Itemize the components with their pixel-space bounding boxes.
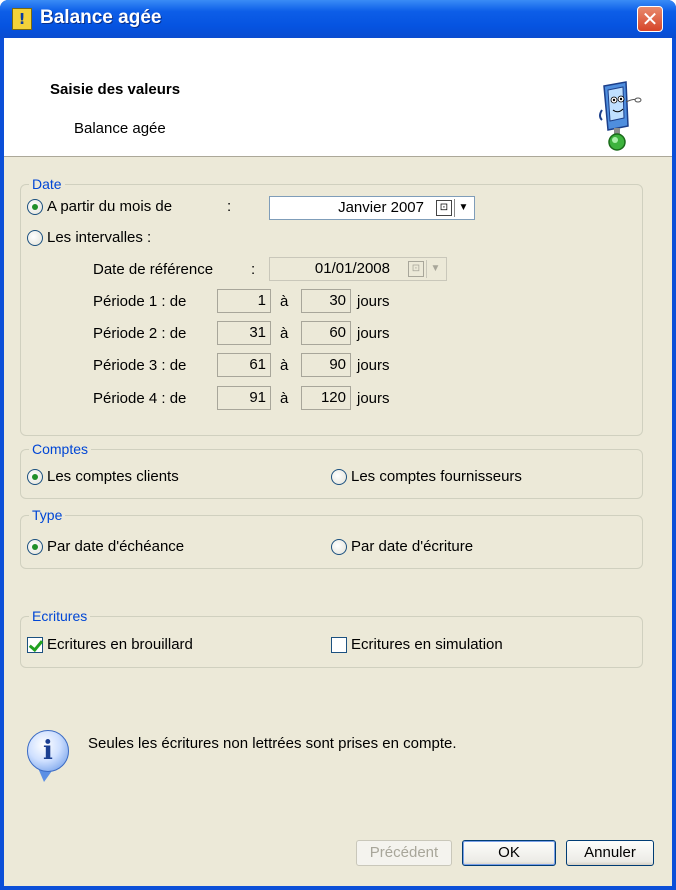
reference-date-label: Date de référence	[93, 261, 214, 278]
header-title: Saisie des valeurs	[50, 81, 181, 98]
period-4-to-label: à	[280, 390, 289, 407]
wizard-header: Saisie des valeurs Balance agée	[4, 38, 672, 157]
radio-month-colon: :	[227, 198, 232, 215]
checkbox-brouillard[interactable]	[27, 637, 43, 653]
checkbox-simulation[interactable]	[331, 637, 347, 653]
period-1-to-label: à	[280, 293, 289, 310]
period-1-to[interactable]: 30	[301, 289, 351, 313]
period-4-from[interactable]: 91	[217, 386, 271, 410]
calendar-icon[interactable]: ⊡	[408, 261, 424, 277]
period-3-to-label: à	[280, 357, 289, 374]
period-2-from[interactable]: 31	[217, 321, 271, 345]
previous-button[interactable]: Précédent	[356, 840, 452, 866]
radio-echeance-label[interactable]: Par date d'échéance	[47, 538, 184, 556]
radio-fournisseurs-label[interactable]: Les comptes fournisseurs	[351, 468, 522, 486]
chevron-down-icon[interactable]: ▼	[454, 199, 472, 217]
window-title: Balance agée	[40, 7, 162, 28]
ecritures-group: Ecritures Ecritures en brouillard Ecritu…	[20, 607, 643, 668]
period-2-to[interactable]: 60	[301, 321, 351, 345]
info-icon: i	[27, 730, 69, 772]
assistant-mascot-icon	[599, 81, 642, 151]
radio-intervals[interactable]	[27, 230, 43, 246]
dialog-body: Saisie des valeurs Balance agée Date A p…	[4, 38, 672, 886]
type-legend: Type	[29, 506, 66, 524]
period-1-unit: jours	[357, 293, 390, 310]
period-4-label: Période 4 : de	[93, 390, 187, 407]
period-1-from[interactable]: 1	[217, 289, 271, 313]
radio-clients[interactable]	[27, 469, 43, 485]
month-value: Janvier 2007	[338, 199, 424, 216]
reference-date-picker[interactable]: 01/01/2008 ⊡ ▼	[269, 257, 447, 281]
month-dropdown[interactable]: Janvier 2007 ⊡ ▼	[269, 196, 475, 220]
checkbox-simulation-label[interactable]: Ecritures en simulation	[351, 636, 503, 654]
radio-echeance[interactable]	[27, 539, 43, 555]
radio-month[interactable]	[27, 199, 43, 215]
ok-button[interactable]: OK	[462, 840, 556, 866]
radio-month-label[interactable]: A partir du mois de	[47, 198, 172, 216]
radio-ecriture[interactable]	[331, 539, 347, 555]
header-subtitle: Balance agée	[74, 120, 166, 137]
radio-clients-label[interactable]: Les comptes clients	[47, 468, 179, 486]
period-3-from[interactable]: 61	[217, 353, 271, 377]
type-group: Type Par date d'échéance Par date d'écri…	[20, 506, 643, 569]
cancel-button[interactable]: Annuler	[566, 840, 654, 866]
date-legend: Date	[29, 175, 65, 193]
app-icon: !	[12, 8, 32, 30]
period-3-to[interactable]: 90	[301, 353, 351, 377]
period-1-label: Période 1 : de	[93, 293, 187, 310]
period-2-unit: jours	[357, 325, 390, 342]
period-2-to-label: à	[280, 325, 289, 342]
period-3-unit: jours	[357, 357, 390, 374]
period-2-label: Période 2 : de	[93, 325, 187, 342]
reference-date-colon: :	[251, 261, 256, 278]
date-group: Date A partir du mois de : Janvier 2007 …	[20, 175, 643, 436]
period-4-unit: jours	[357, 390, 390, 407]
radio-fournisseurs[interactable]	[331, 469, 347, 485]
calendar-icon[interactable]: ⊡	[436, 200, 452, 216]
radio-intervals-label[interactable]: Les intervalles :	[47, 229, 151, 247]
comptes-group: Comptes Les comptes clients Les comptes …	[20, 440, 643, 499]
dialog-window: ! Balance agée ✕ Saisie des valeurs Bala…	[0, 0, 676, 890]
info-message: Seules les écritures non lettrées sont p…	[88, 735, 457, 752]
period-3-label: Période 3 : de	[93, 357, 187, 374]
checkbox-brouillard-label[interactable]: Ecritures en brouillard	[47, 636, 193, 654]
reference-date-value: 01/01/2008	[314, 260, 390, 277]
title-bar[interactable]: ! Balance agée ✕	[0, 0, 676, 38]
close-button[interactable]: ✕	[637, 6, 663, 32]
comptes-legend: Comptes	[29, 440, 92, 458]
chevron-down-icon[interactable]: ▼	[426, 260, 444, 278]
period-4-to[interactable]: 120	[301, 386, 351, 410]
radio-ecriture-label[interactable]: Par date d'écriture	[351, 538, 473, 556]
ecritures-legend: Ecritures	[29, 607, 91, 625]
